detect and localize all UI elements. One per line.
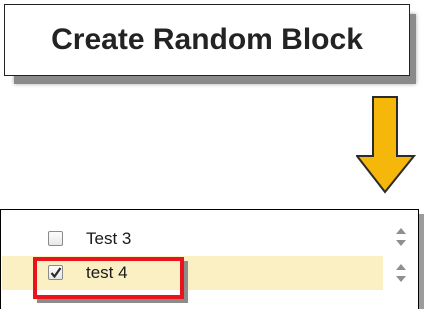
- list-item[interactable]: Test 3: [2, 222, 383, 256]
- list-item-label: Test 3: [86, 229, 132, 248]
- sort-arrows-icon[interactable]: [395, 226, 407, 248]
- panel-shadow: [419, 214, 424, 309]
- down-arrow-icon: [356, 96, 416, 194]
- highlight-shadow: [184, 261, 188, 303]
- highlight-box: [33, 257, 184, 299]
- checkbox[interactable]: [48, 231, 63, 246]
- create-random-block-button[interactable]: Create Random Block: [4, 4, 410, 76]
- sort-arrows-icon[interactable]: [395, 262, 407, 284]
